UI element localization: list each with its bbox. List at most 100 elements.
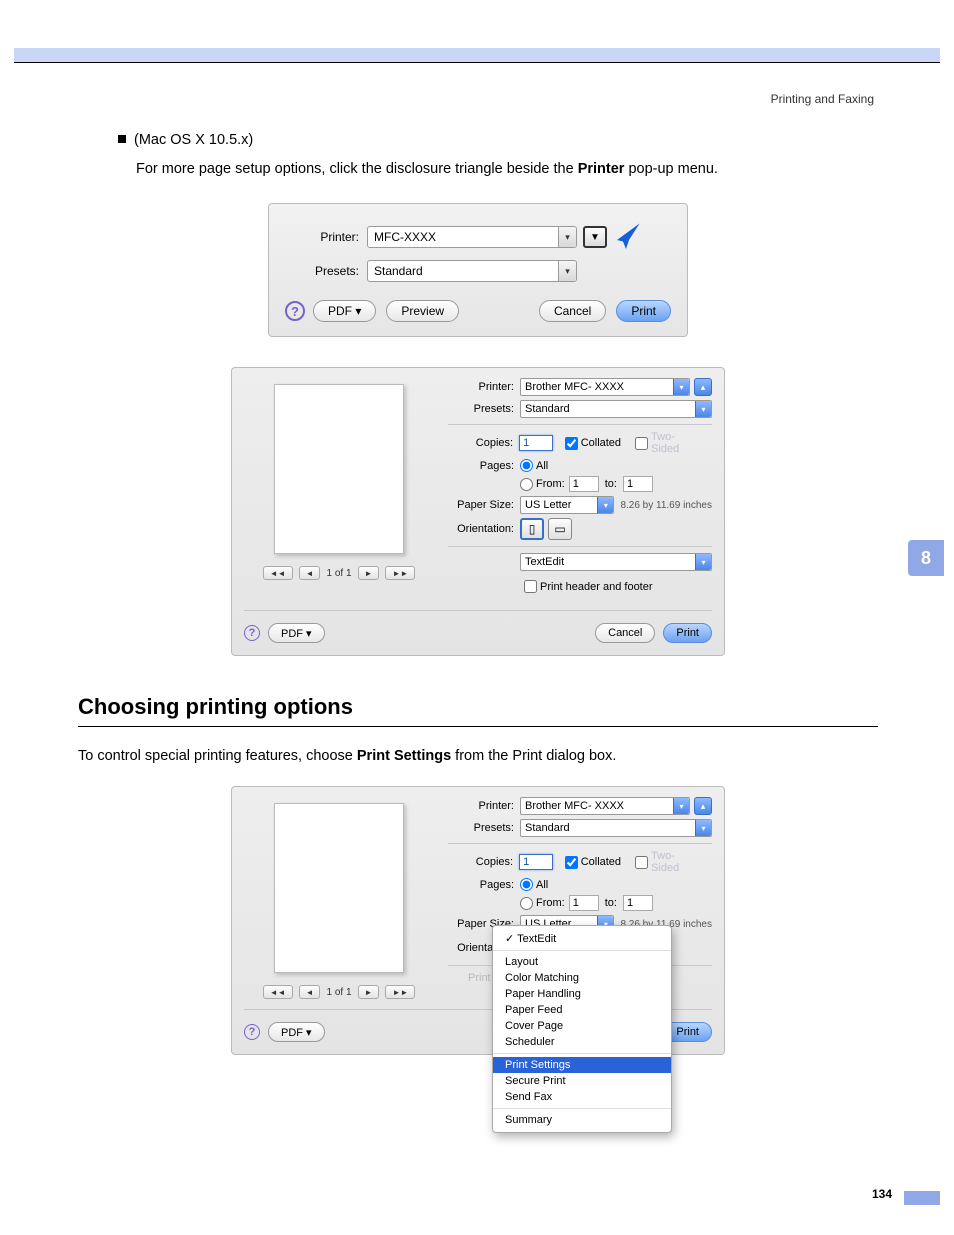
print-header-footer-checkbox[interactable]: Print header and footer: [520, 577, 653, 596]
chapter-tab: 8: [908, 540, 944, 576]
menu-item-summary[interactable]: Summary: [493, 1112, 671, 1128]
presets-popup[interactable]: Standard ▾: [520, 819, 712, 837]
two-sided-check-input[interactable]: [635, 856, 648, 869]
presets-value: Standard: [525, 822, 570, 834]
paper-size-popup[interactable]: US Letter ▾: [520, 496, 614, 514]
disclosure-triangle-button[interactable]: ▼: [583, 226, 607, 248]
pager-next-button[interactable]: ►: [358, 566, 380, 580]
intro-bold: Printer: [578, 161, 625, 177]
divider: [448, 546, 712, 547]
presets-popup[interactable]: Standard ▾: [367, 260, 577, 282]
bullet-item: (Mac OS X 10.5.x): [118, 132, 878, 148]
pages-from-radio[interactable]: From:: [520, 478, 565, 491]
orientation-portrait-button[interactable]: ▯: [520, 518, 544, 540]
pages-all-radio[interactable]: All: [520, 878, 548, 891]
divider: [448, 843, 712, 844]
menu-item-textedit[interactable]: TextEdit: [493, 930, 671, 947]
preview-pager: ◄◄ ◄ 1 of 1 ► ►►: [244, 566, 434, 580]
two-sided-label: Two-Sided: [651, 850, 702, 874]
two-sided-check-input[interactable]: [635, 437, 648, 450]
heading-rule: [78, 726, 878, 727]
two-sided-checkbox[interactable]: Two-Sided: [631, 850, 702, 874]
intro-prefix: For more page setup options, click the d…: [136, 161, 578, 177]
intro-paragraph: For more page setup options, click the d…: [136, 158, 878, 181]
collated-check-input[interactable]: [565, 856, 578, 869]
panel-popup-menu[interactable]: TextEdit Layout Color Matching Paper Han…: [492, 925, 672, 1133]
printer-popup[interactable]: Brother MFC- XXXX ▾: [520, 378, 690, 396]
presets-label: Presets:: [448, 403, 514, 415]
menu-separator: [493, 1053, 671, 1054]
pages-from-radio[interactable]: From:: [520, 897, 565, 910]
landscape-icon: ▭: [554, 522, 565, 536]
menu-item-paper-feed[interactable]: Paper Feed: [493, 1002, 671, 1018]
help-button[interactable]: ?: [285, 301, 305, 321]
pager-last-button[interactable]: ►►: [385, 985, 415, 999]
body-bold: Print Settings: [357, 748, 451, 764]
all-label: All: [536, 879, 548, 891]
popup-arrows-icon: ▾: [673, 798, 689, 814]
help-button[interactable]: ?: [244, 625, 260, 641]
pager-prev-button[interactable]: ◄: [299, 566, 321, 580]
collated-check-input[interactable]: [565, 437, 578, 450]
orientation-landscape-button[interactable]: ▭: [548, 518, 572, 540]
pdf-button[interactable]: PDF ▾: [313, 300, 376, 322]
panel-popup[interactable]: TextEdit ▾: [520, 553, 712, 571]
all-radio-input[interactable]: [520, 459, 533, 472]
to-field[interactable]: 1: [623, 476, 653, 492]
collated-checkbox[interactable]: Collated: [561, 434, 621, 453]
printer-popup[interactable]: MFC-XXXX ▾: [367, 226, 577, 248]
from-radio-input[interactable]: [520, 897, 533, 910]
pager-first-button[interactable]: ◄◄: [263, 566, 293, 580]
cancel-button[interactable]: Cancel: [539, 300, 606, 322]
menu-item-secure-print[interactable]: Secure Print: [493, 1073, 671, 1089]
menu-item-color-matching[interactable]: Color Matching: [493, 970, 671, 986]
menu-item-print-settings[interactable]: Print Settings: [493, 1057, 671, 1073]
popup-arrows-icon: ▾: [695, 820, 711, 836]
bullet-text: (Mac OS X 10.5.x): [134, 132, 253, 148]
to-field[interactable]: 1: [623, 895, 653, 911]
pdf-button[interactable]: PDF ▾: [268, 1022, 325, 1042]
menu-item-cover-page[interactable]: Cover Page: [493, 1018, 671, 1034]
menu-item-layout[interactable]: Layout: [493, 954, 671, 970]
orientation-label: Orientation:: [448, 523, 514, 535]
pager-last-button[interactable]: ►►: [385, 566, 415, 580]
print-button[interactable]: Print: [663, 623, 712, 643]
printer-popup[interactable]: Brother MFC- XXXX ▾: [520, 797, 690, 815]
copies-label: Copies:: [448, 856, 513, 868]
pdf-button[interactable]: PDF ▾: [268, 623, 325, 643]
disclosure-triangle-button[interactable]: ▴: [694, 797, 712, 815]
print-dialog-expanded: ◄◄ ◄ 1 of 1 ► ►► Printer: Brother MFC- X…: [231, 367, 725, 656]
preview-button[interactable]: Preview: [386, 300, 459, 322]
page-header-bar: [14, 48, 940, 62]
hf-check-input[interactable]: [524, 580, 537, 593]
pager-prev-button[interactable]: ◄: [299, 985, 321, 999]
copies-field[interactable]: 1: [519, 854, 553, 870]
section-heading: Choosing printing options: [78, 694, 878, 720]
page-footer-accent: [904, 1191, 940, 1205]
menu-item-paper-handling[interactable]: Paper Handling: [493, 986, 671, 1002]
pages-all-radio[interactable]: All: [520, 459, 548, 472]
paper-size-value: US Letter: [525, 499, 571, 511]
copies-field[interactable]: 1: [519, 435, 553, 451]
presets-value: Standard: [374, 264, 423, 278]
from-radio-input[interactable]: [520, 478, 533, 491]
all-radio-input[interactable]: [520, 878, 533, 891]
collated-checkbox[interactable]: Collated: [561, 853, 621, 872]
menu-item-send-fax[interactable]: Send Fax: [493, 1089, 671, 1105]
intro-suffix: pop-up menu.: [624, 161, 718, 177]
print-dialog-collapsed: Printer: MFC-XXXX ▾ ▼ Presets: Standard …: [268, 203, 688, 337]
from-field[interactable]: 1: [569, 476, 599, 492]
two-sided-label: Two-Sided: [651, 431, 702, 455]
print-button[interactable]: Print: [616, 300, 671, 322]
two-sided-checkbox[interactable]: Two-Sided: [631, 431, 702, 455]
menu-item-scheduler[interactable]: Scheduler: [493, 1034, 671, 1050]
pager-first-button[interactable]: ◄◄: [263, 985, 293, 999]
printer-value: Brother MFC- XXXX: [525, 381, 624, 393]
pager-next-button[interactable]: ►: [358, 985, 380, 999]
cancel-button[interactable]: Cancel: [595, 623, 655, 643]
section-title: Printing and Faxing: [771, 92, 874, 106]
from-field[interactable]: 1: [569, 895, 599, 911]
disclosure-triangle-button[interactable]: ▴: [694, 378, 712, 396]
presets-popup[interactable]: Standard ▾: [520, 400, 712, 418]
help-button[interactable]: ?: [244, 1024, 260, 1040]
